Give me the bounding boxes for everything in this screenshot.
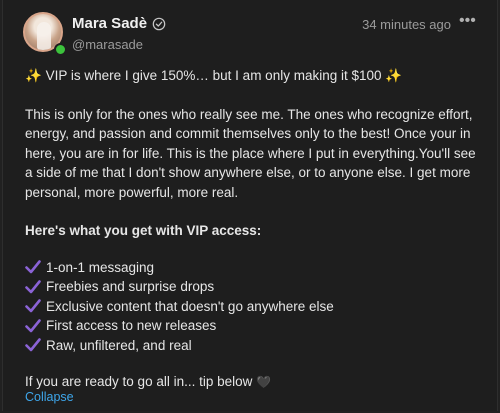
author-handle[interactable]: @marasade	[72, 37, 143, 52]
collapse-link[interactable]: Collapse	[25, 390, 74, 404]
list-item: Freebies and surprise drops	[25, 277, 485, 297]
list-item: 1-on-1 messaging	[25, 258, 485, 278]
online-status-indicator	[54, 43, 67, 56]
author-name[interactable]: Mara Sadè	[72, 15, 147, 32]
sparkles-icon: ✨	[25, 68, 42, 83]
list-item: First access to new releases	[25, 316, 485, 336]
perk-text: Freebies and surprise drops	[46, 279, 215, 294]
checkmark-icon	[25, 318, 41, 333]
more-options-icon[interactable]: •••	[459, 13, 476, 31]
heart-icon: 🖤	[256, 375, 272, 389]
post-timestamp: 34 minutes ago	[362, 17, 451, 32]
perks-heading: Here's what you get with VIP access:	[25, 223, 262, 238]
perk-text: Exclusive content that doesn't go anywhe…	[46, 298, 334, 314]
post-closing: If you are ready to go all in... tip bel…	[25, 372, 485, 393]
list-item: Exclusive content that doesn't go anywhe…	[25, 297, 485, 317]
author-name-row: Mara Sadè	[72, 15, 166, 32]
perk-text: Raw, unfiltered, and real	[46, 337, 192, 353]
verified-badge-icon	[152, 17, 166, 30]
checkmark-icon	[25, 299, 41, 313]
post-card: Mara Sadè @marasade 34 minutes ago ••• ✨…	[2, 0, 498, 411]
perk-text: First access to new releases	[46, 318, 217, 333]
checkmark-icon	[25, 260, 41, 274]
headline-text: VIP is where I give 150%… but I am only …	[45, 68, 382, 83]
closing-text: If you are ready to go all in... tip bel…	[25, 374, 253, 389]
post-headline: ✨ VIP is where I give 150%… but I am onl…	[25, 66, 485, 86]
perk-text: 1-on-1 messaging	[46, 259, 155, 275]
checkmark-icon	[25, 279, 41, 294]
post-paragraph: This is only for the ones who really see…	[25, 106, 476, 200]
list-item: Raw, unfiltered, and real	[25, 336, 485, 356]
perks-list: 1-on-1 messaging Freebies and surprise d…	[25, 258, 485, 356]
post-body: ✨ VIP is where I give 150%… but I am onl…	[25, 66, 485, 393]
sparkles-icon: ✨	[385, 68, 403, 83]
checkmark-icon	[25, 338, 41, 352]
